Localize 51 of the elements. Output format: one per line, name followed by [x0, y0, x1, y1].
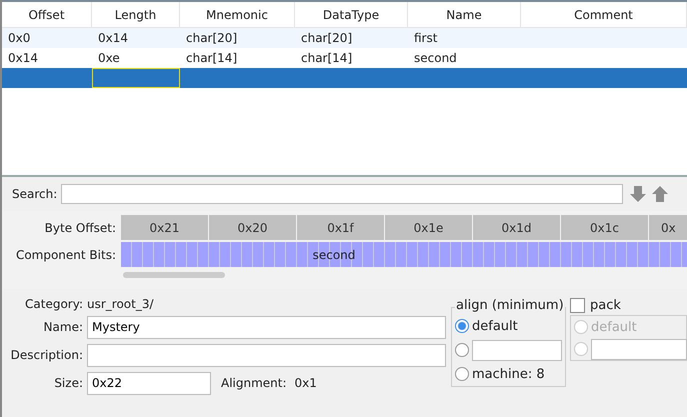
table-cell-text: second [413, 50, 458, 67]
alignment-value: 0x1 [294, 376, 317, 390]
search-label: Search: [12, 187, 58, 201]
table-cell-text: char[14] [300, 50, 354, 67]
byte-offset-header: 0x [649, 215, 687, 240]
byte-offset-header: 0x20 [209, 215, 296, 240]
group-title: align (minimum) [455, 298, 565, 313]
size-field[interactable]: 0x22 [87, 372, 211, 394]
table-row[interactable]: 0x0 0x14 char[20] char[20] first [2, 28, 687, 48]
option-label[interactable]: default [472, 318, 518, 334]
table-row[interactable]: 0x14 0xe char[14] char[14] second [2, 48, 687, 68]
component-bit-field[interactable]: second [121, 242, 687, 267]
byte-offset-header: 0x1c [561, 215, 648, 240]
byte-offset-label: Byte Offset: [44, 220, 117, 234]
search-field[interactable] [61, 184, 624, 204]
arrow-up-icon[interactable] [651, 185, 670, 203]
byte-offset-header: 0x21 [121, 215, 208, 240]
component-bits-label: Component Bits: [14, 248, 117, 262]
option-label[interactable]: machine: 8 [472, 366, 545, 382]
category-label: Category: [24, 297, 84, 311]
table-cell-text: char[20] [185, 30, 238, 47]
table-cell-text: 0xe [97, 50, 121, 67]
column-header[interactable]: Mnemonic [180, 2, 295, 27]
column-header[interactable]: Comment [521, 2, 687, 27]
table-cell-text: first [413, 30, 438, 47]
column-header[interactable]: Name [408, 2, 521, 27]
column-header[interactable]: Length [92, 2, 180, 27]
table-cell-text: 0x14 [97, 30, 130, 47]
name-label: Name: [42, 320, 84, 334]
table-cell-text: char[14] [185, 50, 238, 67]
column-header[interactable]: Offset [2, 2, 92, 27]
radio-button[interactable] [455, 343, 469, 357]
size-label: Size: [53, 376, 84, 390]
table-cell-text: 0x0 [7, 30, 32, 47]
table-cell-text: 0x14 [7, 50, 40, 67]
description-field[interactable] [87, 344, 446, 366]
byte-offset-header: 0x1f [297, 215, 384, 240]
name-field[interactable]: Mystery [87, 316, 446, 338]
alignment-label: Alignment: [221, 376, 287, 390]
scrollbar-thumb[interactable] [123, 272, 225, 278]
column-header[interactable]: DataType [295, 2, 408, 27]
table-cell-text: char[20] [300, 30, 354, 47]
arrow-down-icon[interactable] [629, 185, 648, 203]
table-row[interactable] [2, 68, 687, 88]
category-value: usr_root_3/ [87, 297, 154, 311]
alignment-field[interactable] [472, 340, 562, 360]
description-label: Description: [10, 348, 84, 362]
radio-button[interactable] [455, 367, 469, 381]
byte-offset-header: 0x1e [385, 215, 472, 240]
byte-offset-header: 0x1d [473, 215, 560, 240]
radio-button[interactable] [455, 319, 469, 333]
